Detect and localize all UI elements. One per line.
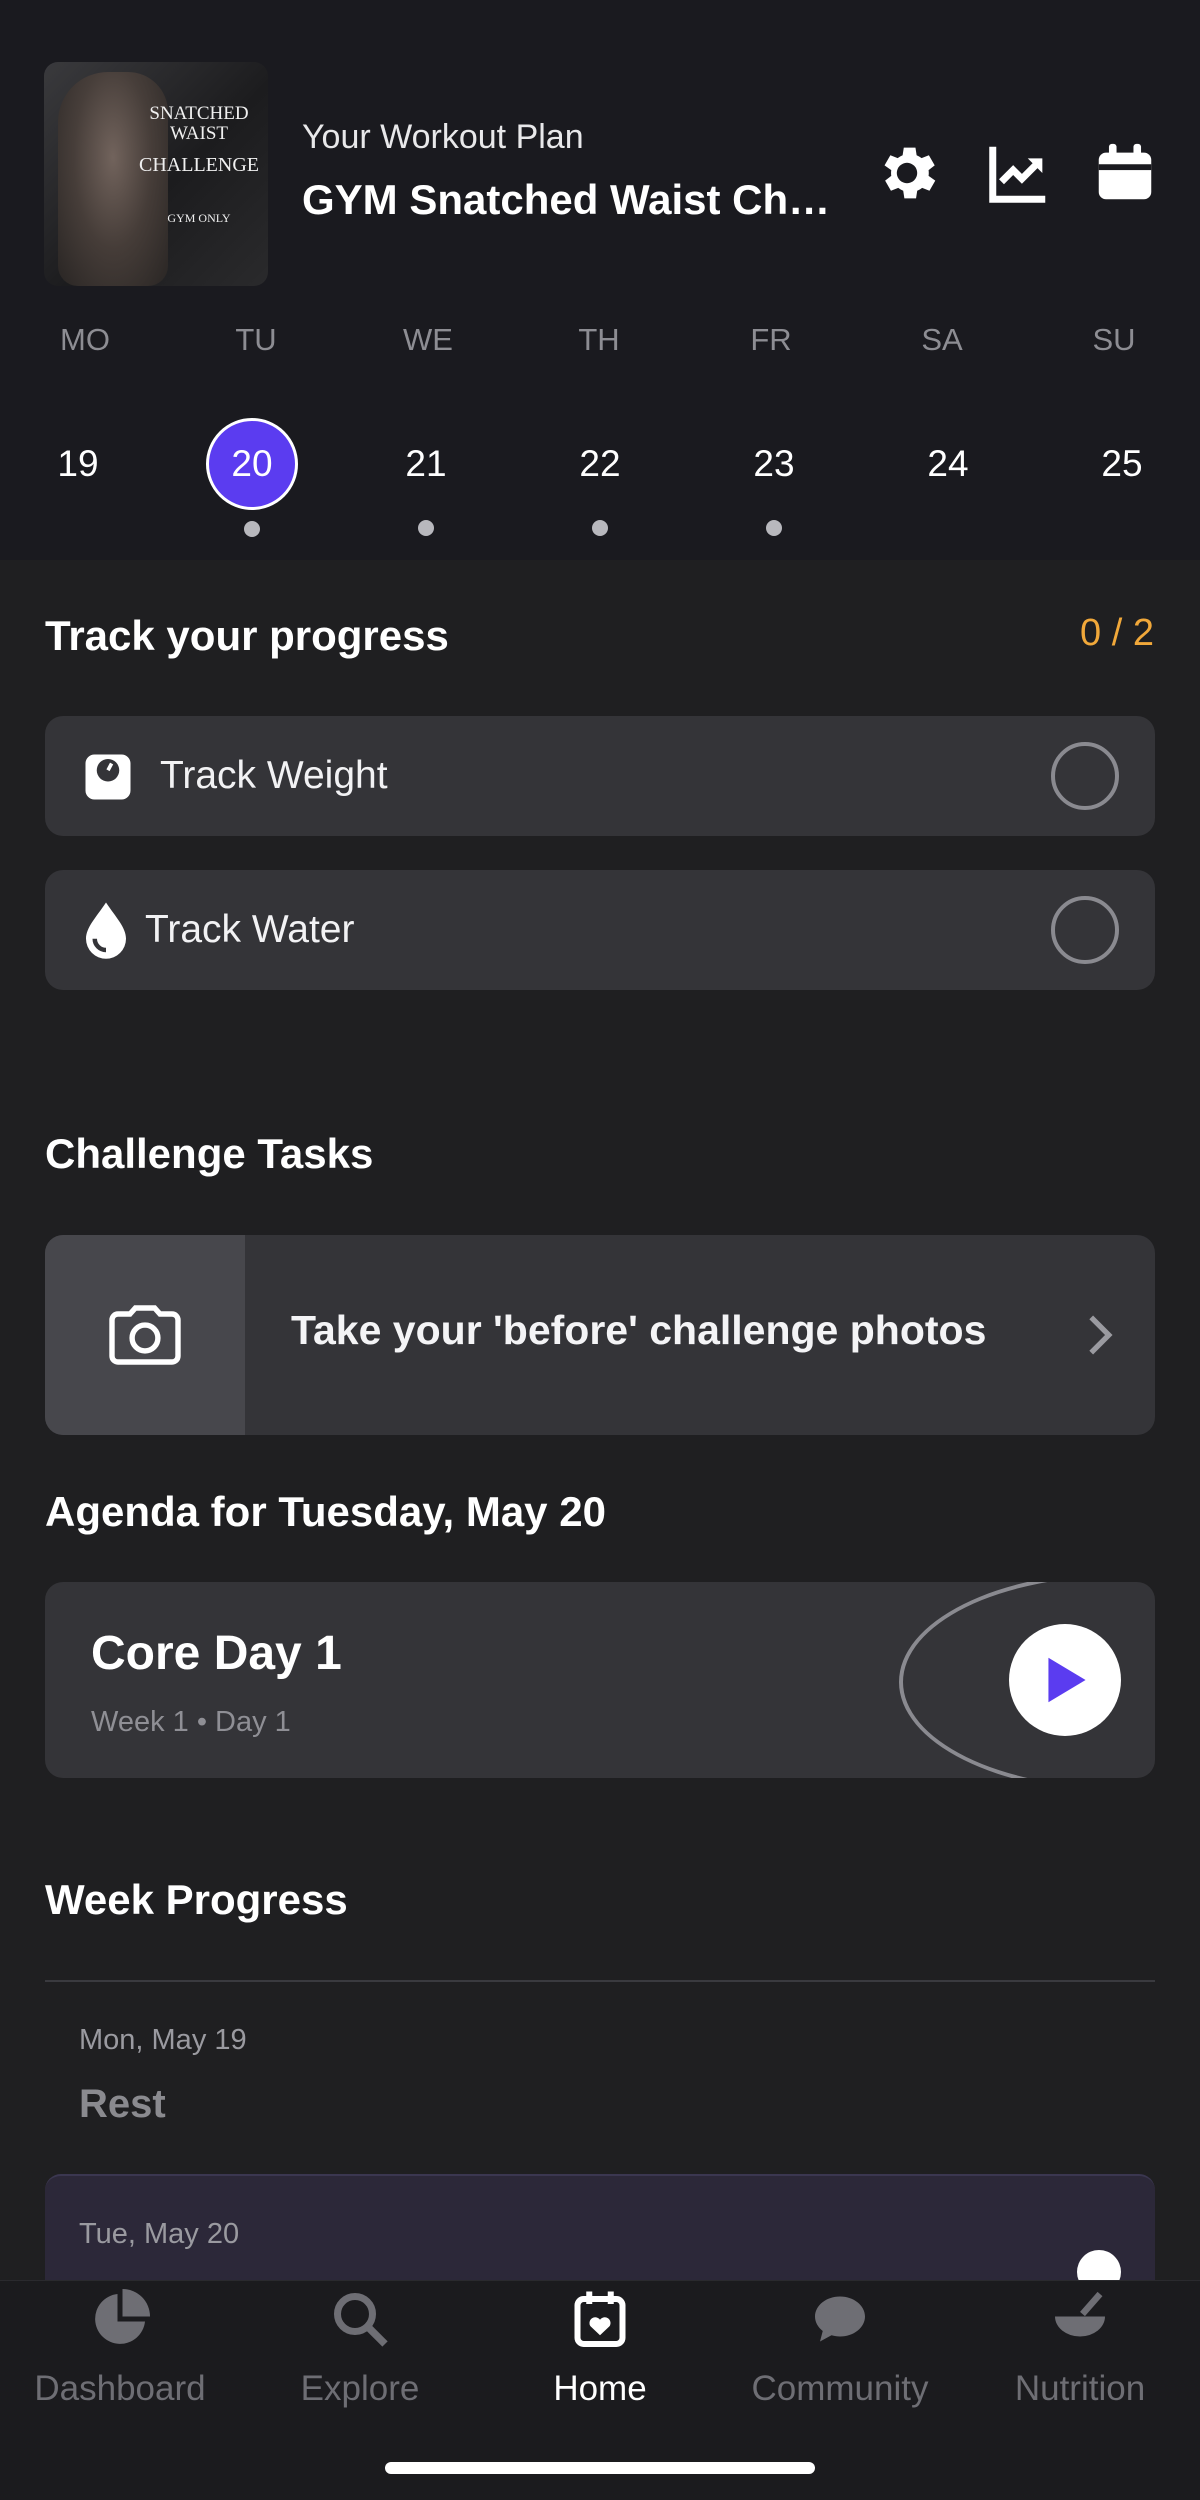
- camera-tile: [45, 1235, 245, 1435]
- chart-icon[interactable]: [984, 138, 1054, 208]
- track-water-card[interactable]: Track Water: [45, 870, 1155, 990]
- weekday-label: TU: [235, 322, 277, 357]
- play-icon: [1048, 1657, 1086, 1703]
- date-cell[interactable]: 23: [728, 418, 820, 536]
- before-photos-task[interactable]: Take your 'before' challenge photos: [45, 1235, 1155, 1435]
- bowl-icon: [1055, 2291, 1105, 2337]
- calendar-heart-icon: [574, 2291, 626, 2347]
- weekday-label: MO: [60, 322, 110, 357]
- tab-label: Community: [751, 2369, 929, 2408]
- date-cell[interactable]: 22: [554, 418, 646, 536]
- plan-thumbnail[interactable]: SNATCHED WAIST CHALLENGE GYM ONLY: [44, 62, 268, 286]
- progress-title: Track your progress: [45, 612, 449, 659]
- plan-header: SNATCHED WAIST CHALLENGE GYM ONLY Your W…: [0, 0, 1200, 560]
- progress-count: 0 / 2: [1080, 612, 1154, 654]
- workout-dot: [244, 521, 260, 537]
- track-weight-card[interactable]: Track Weight: [45, 716, 1155, 836]
- chat-bubble-icon: [815, 2296, 865, 2342]
- divider: [45, 1980, 1155, 1982]
- date-number: 20: [231, 443, 273, 484]
- weekday-label: TH: [578, 322, 620, 357]
- track-weight-checkbox[interactable]: [1051, 742, 1119, 810]
- date-number: 19: [57, 443, 99, 484]
- date-number: 22: [579, 443, 621, 484]
- play-button[interactable]: [1009, 1624, 1121, 1736]
- workout-dot: [418, 520, 434, 536]
- track-water-checkbox[interactable]: [1051, 896, 1119, 964]
- pie-chart-icon: [95, 2289, 150, 2344]
- chevron-right-icon: [1089, 1315, 1113, 1355]
- workout-subtitle: Week 1 • Day 1: [91, 1706, 291, 1738]
- plan-title[interactable]: GYM Snatched Waist Chal…: [302, 176, 842, 224]
- date-cell[interactable]: 24: [902, 418, 994, 510]
- thumbnail-text-3: GYM ONLY: [167, 211, 231, 225]
- weekday-labels: MO TU WE TH FR SA SU: [0, 322, 1200, 362]
- scale-icon: [81, 750, 135, 804]
- date-cell[interactable]: 21: [380, 418, 472, 536]
- date-number: 21: [405, 443, 447, 484]
- date-cell[interactable]: 25: [1076, 418, 1168, 510]
- workout-dot: [592, 520, 608, 536]
- tab-label: Home: [553, 2369, 647, 2408]
- workout-dot: [766, 520, 782, 536]
- weekday-label: SA: [921, 322, 963, 357]
- workout-name: Core Day 1: [91, 1627, 342, 1680]
- weekday-label: SU: [1092, 322, 1136, 357]
- date-cell-selected[interactable]: 20: [206, 418, 298, 537]
- plan-label: Your Workout Plan: [302, 118, 584, 156]
- tab-home[interactable]: Home: [480, 2281, 720, 2431]
- agenda-title: Agenda for Tuesday, May 20: [45, 1488, 606, 1535]
- workout-card[interactable]: Core Day 1 Week 1 • Day 1: [45, 1582, 1155, 1778]
- week-row-date: Mon, May 19: [79, 2024, 247, 2056]
- calendar-icon[interactable]: [1090, 138, 1160, 208]
- tab-label: Nutrition: [1014, 2369, 1146, 2408]
- track-label: Track Weight: [160, 754, 388, 797]
- date-number: 24: [927, 443, 969, 484]
- date-cell[interactable]: 19: [32, 418, 124, 510]
- thumbnail-text-2: CHALLENGE: [139, 154, 259, 176]
- week-dates: 19 20 21 22 23 24 25: [0, 418, 1200, 537]
- challenge-tasks-title: Challenge Tasks: [45, 1130, 374, 1177]
- tab-community[interactable]: Community: [720, 2281, 960, 2431]
- tab-label: Explore: [300, 2369, 420, 2408]
- weekday-label: WE: [403, 322, 453, 357]
- date-number: 25: [1101, 443, 1143, 484]
- week-row-date: Tue, May 20: [79, 2218, 240, 2250]
- week-row-name: Rest: [79, 2082, 166, 2126]
- tab-explore[interactable]: Explore: [240, 2281, 480, 2431]
- date-number: 23: [753, 443, 795, 484]
- home-indicator: [385, 2462, 815, 2474]
- tab-label: Dashboard: [34, 2369, 206, 2408]
- search-icon: [334, 2293, 388, 2347]
- tab-dashboard[interactable]: Dashboard: [0, 2281, 240, 2431]
- week-progress-title: Week Progress: [45, 1876, 348, 1923]
- thumbnail-text-1: SNATCHED WAIST: [149, 103, 249, 144]
- task-label: Take your 'before' challenge photos: [291, 1307, 987, 1353]
- gear-icon[interactable]: [872, 138, 942, 208]
- water-drop-icon: [81, 900, 131, 960]
- tab-nutrition[interactable]: Nutrition: [960, 2281, 1200, 2431]
- weekday-label: FR: [750, 322, 792, 357]
- track-label: Track Water: [145, 908, 355, 951]
- camera-icon: [109, 1305, 181, 1365]
